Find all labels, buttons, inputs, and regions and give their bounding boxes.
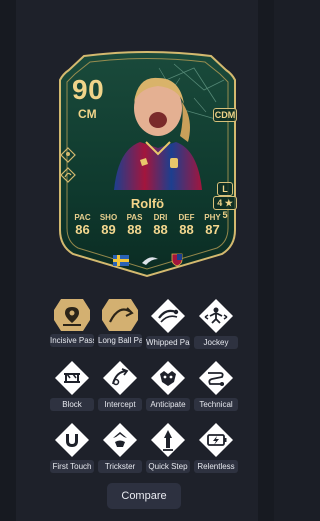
primary-position: CM — [78, 107, 97, 121]
playstyle-relentless[interactable]: Relentless — [192, 422, 240, 473]
playstyle-technical[interactable]: Technical — [192, 360, 240, 411]
alternate-position-badge: CDM — [213, 108, 237, 122]
playstyle-jockey[interactable]: Jockey — [192, 298, 240, 349]
playstyle-block[interactable]: Block — [48, 360, 96, 411]
playstyle-quick-step[interactable]: Quick Step — [144, 422, 192, 473]
playstyle-whipped-pass[interactable]: Whipped Pass — [144, 298, 192, 349]
playstyle-label: Technical — [194, 398, 238, 411]
player-card[interactable]: 90 CM CDM L 4 ★ 5 Rolfö PAC 86 SHO 89 PA… — [54, 50, 241, 278]
playstyle-label: Quick Step — [146, 460, 190, 473]
playstyle-label: Trickster — [98, 460, 142, 473]
playstyle-label: Relentless — [194, 460, 238, 473]
playstyles-grid: Incisive Pass Long Ball Pass Whipped Pas… — [48, 298, 240, 473]
compare-button[interactable]: Compare — [107, 483, 181, 509]
technical-icon — [199, 361, 233, 395]
curve-arrow-icon — [60, 167, 76, 183]
stats-row: PAC 86 SHO 89 PAS 88 DRI 88 DEF 88 PHY 8… — [70, 213, 225, 237]
club-badge-icon — [171, 253, 183, 267]
stat-def: DEF 88 — [178, 213, 195, 237]
overall-rating: 90 — [72, 74, 105, 105]
stat-pas: PAS 88 — [126, 213, 143, 237]
playstyle-first-touch[interactable]: First Touch — [48, 422, 96, 473]
playstyle-long-ball-pass[interactable]: Long Ball Pass — [96, 298, 144, 349]
playstyle-anticipate[interactable]: Anticipate — [144, 360, 192, 411]
left-gutter — [0, 0, 16, 521]
playstyle-label: Jockey — [194, 336, 238, 349]
player-name: Rolfö — [130, 196, 165, 211]
first-touch-icon — [55, 423, 89, 457]
block-icon — [55, 361, 89, 395]
playstyle-label: Long Ball Pass — [98, 334, 142, 347]
card-side-icons — [59, 147, 77, 192]
quick-step-icon — [151, 423, 185, 457]
whipped-pass-icon — [151, 299, 185, 333]
stat-dri: DRI 88 — [153, 213, 168, 237]
jockey-icon — [199, 299, 233, 333]
league-badge-icon — [142, 256, 158, 265]
stat-phy: PHY 87 — [204, 213, 221, 237]
playstyle-label: First Touch — [50, 460, 94, 473]
playstyle-label: Intercept — [98, 398, 142, 411]
playstyle-label: Whipped Pass — [146, 336, 190, 349]
relentless-icon — [199, 423, 233, 457]
stat-pac: PAC 86 — [74, 213, 91, 237]
playstyle-label: Block — [50, 398, 94, 411]
anticipate-icon — [151, 361, 185, 395]
preferred-foot-badge: L — [217, 182, 233, 196]
right-gutter — [258, 0, 274, 521]
trickster-icon — [103, 423, 137, 457]
playstyle-label: Anticipate — [146, 398, 190, 411]
stat-sho: SHO 89 — [99, 213, 118, 237]
playstyle-label: Incisive Pass — [50, 334, 94, 347]
sweden-flag-icon — [113, 254, 129, 266]
incisive-pass-icon — [54, 299, 90, 331]
playstyle-trickster[interactable]: Trickster — [96, 422, 144, 473]
playstyle-intercept[interactable]: Intercept — [96, 360, 144, 411]
card-badges — [113, 253, 183, 267]
playstyle-incisive-pass[interactable]: Incisive Pass — [48, 298, 96, 349]
long-ball-pass-icon — [102, 299, 138, 331]
location-pin-icon — [60, 147, 76, 163]
intercept-icon — [103, 361, 137, 395]
